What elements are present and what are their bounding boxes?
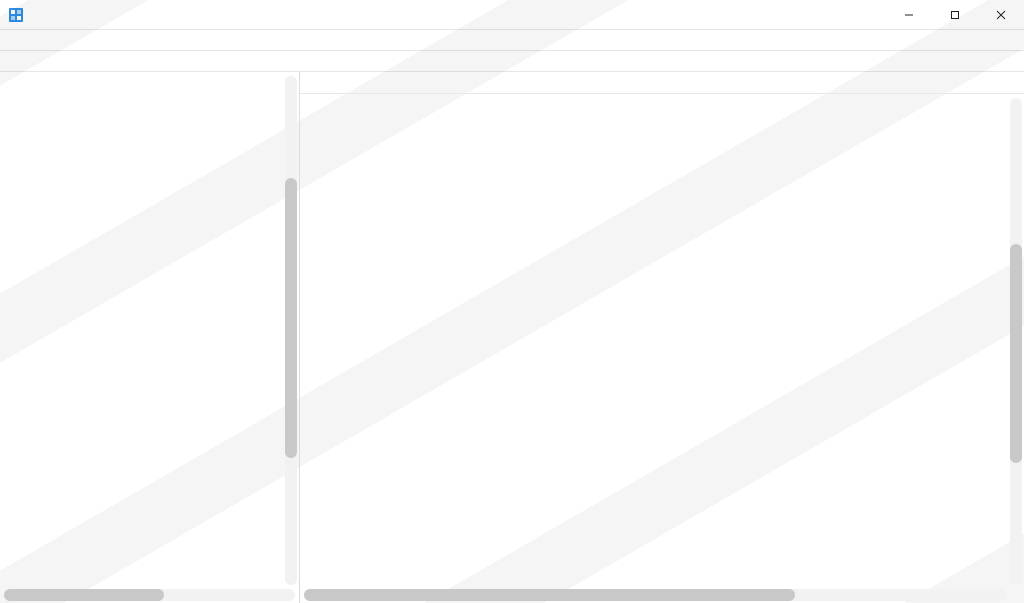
- menu-help[interactable]: [78, 38, 94, 42]
- values-list[interactable]: [300, 94, 1024, 589]
- list-scrollbar-horizontal[interactable]: [304, 589, 1006, 601]
- address-bar[interactable]: [0, 50, 1024, 72]
- list-header: [300, 72, 1024, 94]
- menu-view[interactable]: [42, 38, 58, 42]
- regedit-icon: [8, 7, 24, 23]
- menu-favorites[interactable]: [60, 38, 76, 42]
- maximize-button[interactable]: [932, 0, 978, 30]
- titlebar: [0, 0, 1024, 30]
- list-scrollbar-vertical[interactable]: [1010, 98, 1022, 585]
- menu-file[interactable]: [6, 38, 22, 42]
- close-button[interactable]: [978, 0, 1024, 30]
- tree-scrollbar-vertical[interactable]: [285, 76, 297, 585]
- list-pane: [300, 72, 1024, 603]
- tree-scrollbar-horizontal[interactable]: [4, 589, 295, 601]
- registry-tree[interactable]: [0, 72, 299, 603]
- menu-edit[interactable]: [24, 38, 40, 42]
- minimize-button[interactable]: [886, 0, 932, 30]
- main-split: [0, 72, 1024, 603]
- menubar: [0, 30, 1024, 50]
- tree-pane: [0, 72, 300, 603]
